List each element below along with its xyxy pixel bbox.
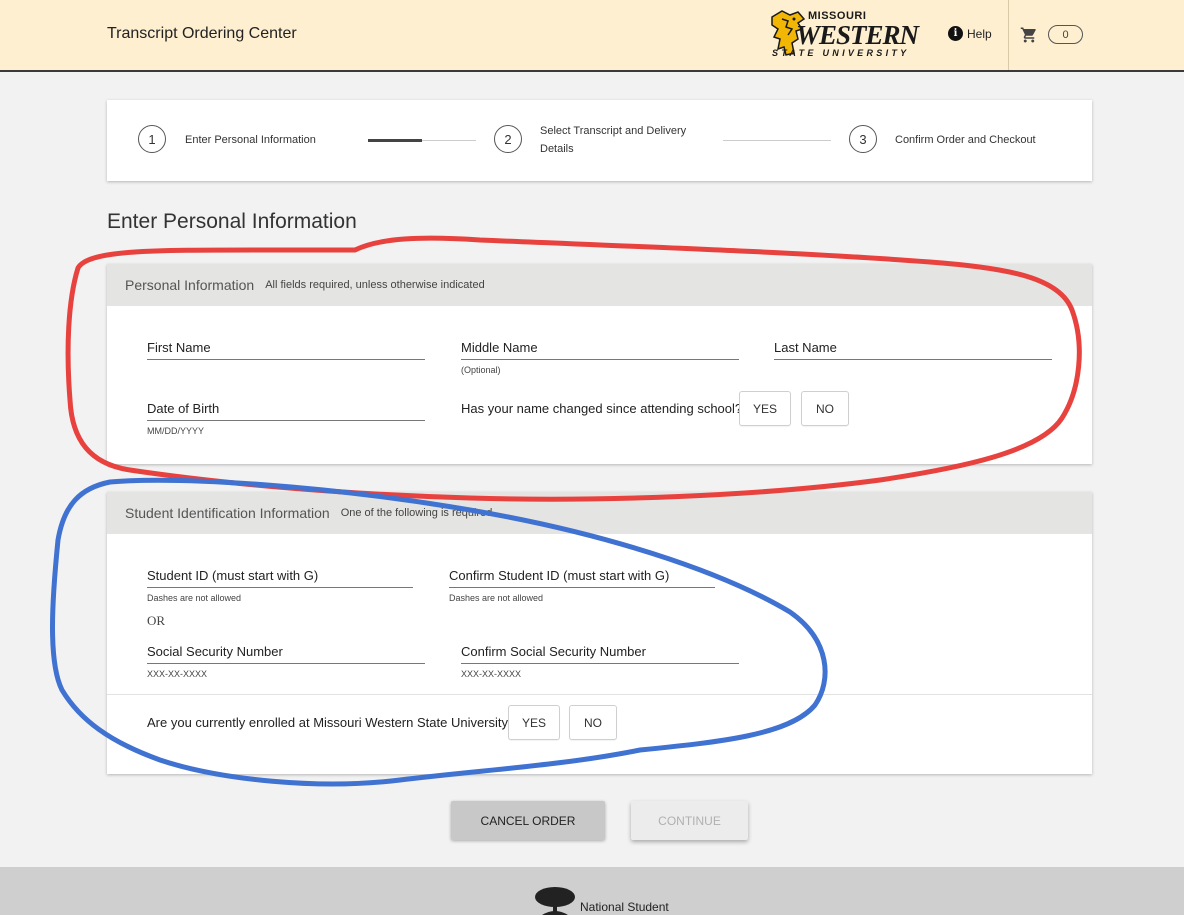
personal-info-subtitle: All fields required, unless otherwise in… xyxy=(265,279,485,291)
date-of-birth-hint: MM/DD/YYYY xyxy=(147,426,205,436)
step-1-connector xyxy=(368,139,476,142)
footer-brand-text: National Student xyxy=(580,900,669,914)
name-changed-no-button[interactable]: NO xyxy=(801,391,849,426)
step-3-number: 3 xyxy=(849,125,877,153)
enrolled-no-button[interactable]: NO xyxy=(569,705,617,740)
student-id-card: Student Identification Information One o… xyxy=(107,492,1092,774)
middle-name-hint: (Optional) xyxy=(461,365,501,375)
page-title: Enter Personal Information xyxy=(107,210,357,233)
middle-name-label: Middle Name xyxy=(461,340,739,360)
student-id-subtitle: One of the following is required xyxy=(340,507,493,519)
logo-western: WESTERN xyxy=(796,20,919,50)
tree-icon xyxy=(535,887,575,915)
step-2-connector xyxy=(723,140,831,141)
confirm-ssn-hint: XXX-XX-XXXX xyxy=(461,669,522,679)
step-3-label: Confirm Order and Checkout xyxy=(895,134,1036,146)
university-logo[interactable]: MISSOURI WESTERN STATE UNIVERSITY xyxy=(766,9,926,59)
name-changed-yes-button[interactable]: YES xyxy=(739,391,791,426)
logo-state-university: STATE UNIVERSITY xyxy=(772,48,910,58)
cart-icon[interactable] xyxy=(1020,26,1038,44)
date-of-birth-field[interactable]: Date of Birth MM/DD/YYYY xyxy=(147,401,425,436)
student-id-title: Student Identification Information xyxy=(125,505,330,521)
card-divider xyxy=(107,694,1092,695)
last-name-field[interactable]: Last Name xyxy=(774,340,1052,360)
or-separator: OR xyxy=(147,613,166,628)
first-name-field[interactable]: First Name xyxy=(147,340,425,360)
help-label: Help xyxy=(967,26,992,41)
header-divider xyxy=(1008,0,1009,70)
footer: National Student xyxy=(0,867,1184,915)
personal-info-title: Personal Information xyxy=(125,277,255,293)
confirm-student-id-field[interactable]: Confirm Student ID (must start with G) D… xyxy=(449,568,715,603)
confirm-student-id-label: Confirm Student ID (must start with G) xyxy=(449,568,715,588)
ssn-label: Social Security Number xyxy=(147,644,425,664)
enrolled-yes-button[interactable]: YES xyxy=(508,705,560,740)
step-2-label-line1: Select Transcript and Delivery xyxy=(540,125,687,137)
confirm-ssn-field[interactable]: Confirm Social Security Number XXX-XX-XX… xyxy=(461,644,739,679)
student-id-header: Student Identification Information One o… xyxy=(107,492,1092,534)
cart-count-badge[interactable]: 0 xyxy=(1048,25,1083,44)
personal-info-card: Personal Information All fields required… xyxy=(107,264,1092,464)
progress-stepper: 1 Enter Personal Information 2 Select Tr… xyxy=(107,100,1092,181)
step-2-label: Select Transcript and Delivery Details xyxy=(540,122,686,158)
enrolled-question: Are you currently enrolled at Missouri W… xyxy=(147,715,516,730)
help-link[interactable]: i Help xyxy=(948,26,992,41)
confirm-ssn-label: Confirm Social Security Number xyxy=(461,644,739,664)
app-header: Transcript Ordering Center MISSOURI WEST… xyxy=(0,0,1184,72)
step-1-label: Enter Personal Information xyxy=(185,134,316,146)
ssn-hint: XXX-XX-XXXX xyxy=(147,669,208,679)
step-progress-fill xyxy=(368,139,422,142)
student-id-field[interactable]: Student ID (must start with G) Dashes ar… xyxy=(147,568,413,603)
date-of-birth-label: Date of Birth xyxy=(147,401,425,421)
app-title: Transcript Ordering Center xyxy=(107,25,297,42)
step-2-label-line2: Details xyxy=(540,143,574,155)
first-name-label: First Name xyxy=(147,340,425,360)
confirm-student-id-hint: Dashes are not allowed xyxy=(449,593,544,603)
continue-button[interactable]: CONTINUE xyxy=(631,801,748,840)
step-1-number: 1 xyxy=(138,125,166,153)
cancel-order-button[interactable]: CANCEL ORDER xyxy=(451,801,605,840)
middle-name-field[interactable]: Middle Name (Optional) xyxy=(461,340,739,375)
step-2-number: 2 xyxy=(494,125,522,153)
ssn-field[interactable]: Social Security Number XXX-XX-XXXX xyxy=(147,644,425,679)
name-changed-question: Has your name changed since attending sc… xyxy=(461,401,743,416)
student-id-label: Student ID (must start with G) xyxy=(147,568,413,588)
student-id-hint: Dashes are not allowed xyxy=(147,593,242,603)
personal-info-header: Personal Information All fields required… xyxy=(107,264,1092,306)
last-name-label: Last Name xyxy=(774,340,1052,360)
info-icon: i xyxy=(948,26,963,41)
